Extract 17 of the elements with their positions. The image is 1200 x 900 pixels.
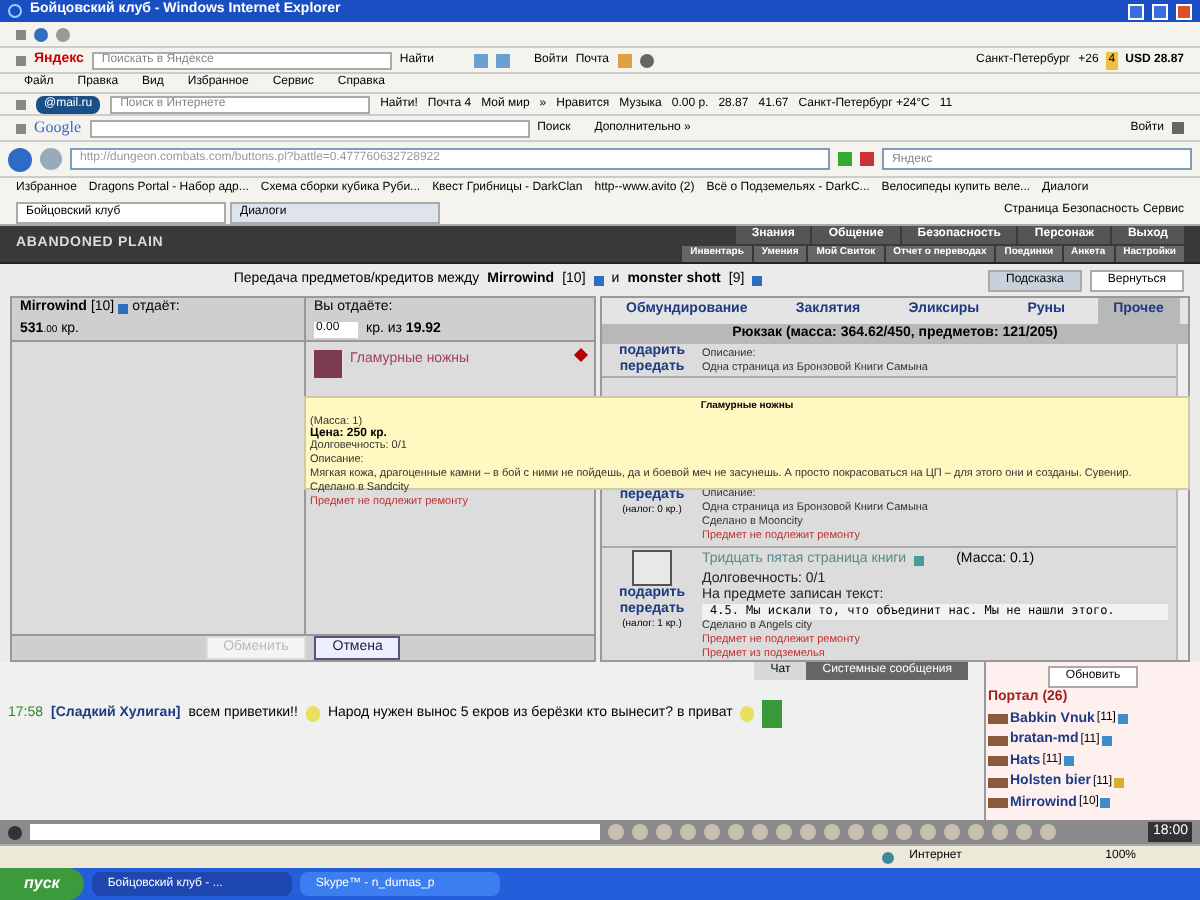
close-icon[interactable]: [16, 29, 26, 39]
google-logo: Google: [34, 116, 82, 140]
info-icon: [914, 555, 925, 566]
info-icon[interactable]: [593, 275, 604, 285]
close-icon[interactable]: [16, 55, 26, 65]
close-icon[interactable]: [16, 99, 26, 109]
item-image-icon[interactable]: [314, 350, 342, 378]
close-icon[interactable]: [16, 123, 26, 133]
maximize-icon[interactable]: [1152, 3, 1168, 19]
minimize-icon[interactable]: [1128, 3, 1144, 19]
search-field[interactable]: [89, 119, 530, 137]
close-icon[interactable]: [1176, 3, 1192, 19]
info-icon[interactable]: [752, 275, 763, 285]
info-icon: [118, 303, 129, 314]
start-button[interactable]: пуск: [0, 868, 84, 900]
chat-input[interactable]: [30, 824, 600, 840]
scroll-image-icon: [632, 550, 672, 586]
